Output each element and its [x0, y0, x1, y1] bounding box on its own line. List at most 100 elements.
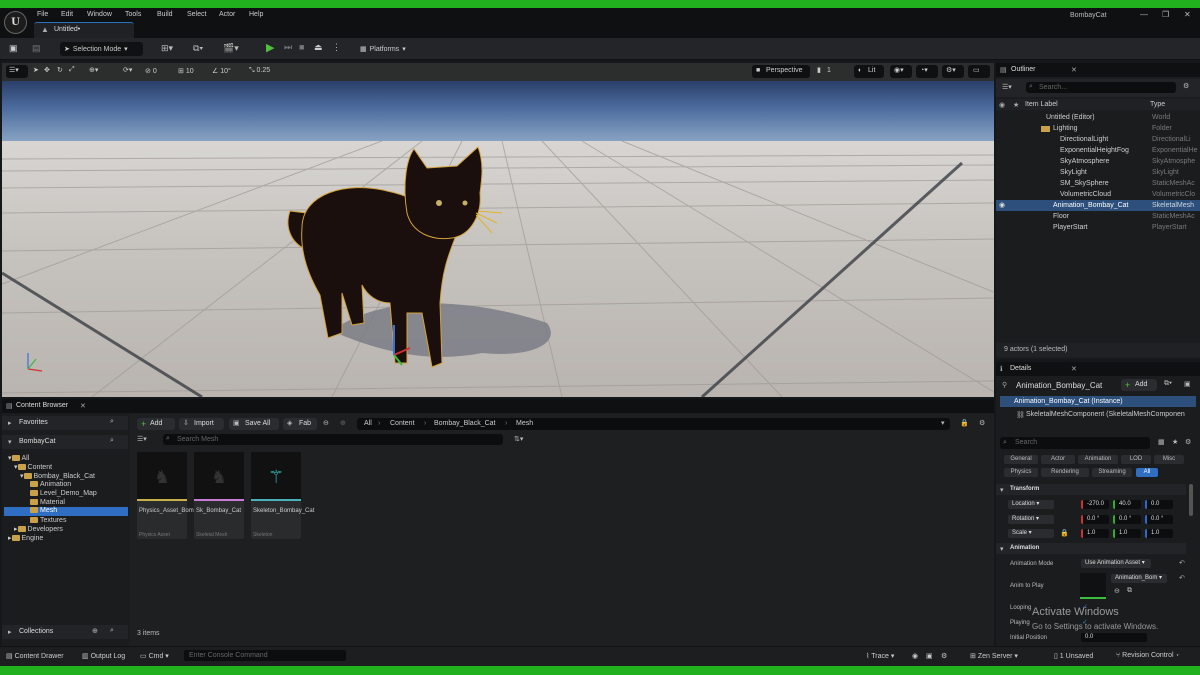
- menu-build[interactable]: Build: [157, 11, 173, 18]
- reset-icon[interactable]: ↶: [1179, 559, 1185, 567]
- collections-header[interactable]: ▸ Collections ⊕ ⌕: [2, 625, 128, 639]
- forward-icon[interactable]: ⊕: [340, 419, 346, 427]
- outliner-row[interactable]: SkyAtmosphere SkyAtmosphe: [996, 156, 1200, 167]
- settings-button[interactable]: ⚙▾: [942, 65, 964, 78]
- add-component-button[interactable]: + Add: [1121, 379, 1157, 391]
- gear-icon[interactable]: ⚙: [979, 419, 985, 427]
- scale-y-field[interactable]: 1.0: [1113, 529, 1141, 538]
- menu-tools[interactable]: Tools: [125, 11, 141, 18]
- grid-view-icon[interactable]: ▦: [1158, 438, 1165, 446]
- eject-icon[interactable]: ⏏: [314, 42, 323, 53]
- outliner-row[interactable]: Floor StaticMeshAc: [996, 211, 1200, 222]
- revision-control-button[interactable]: ⑂ Revision Control ▾: [1116, 652, 1180, 659]
- animation-section-header[interactable]: ▾ Animation: [996, 543, 1186, 554]
- project-header[interactable]: ▾ BombayCat ⌕: [2, 435, 128, 449]
- rotation-y-field[interactable]: 0.0 °: [1113, 515, 1141, 524]
- tree-item-level[interactable]: Level_Demo_Map: [30, 490, 97, 497]
- browse-icon[interactable]: ⧉: [1127, 587, 1132, 595]
- tree-item-bombay[interactable]: ▾ Bombay_Black_Cat: [20, 472, 95, 480]
- scale-dropdown[interactable]: Scale ▾: [1008, 529, 1054, 538]
- outliner-row-selected[interactable]: ◉ Animation_Bombay_Cat SkeletalMesh: [996, 200, 1200, 211]
- location-dropdown[interactable]: Location ▾: [1008, 500, 1054, 509]
- animation-mode-dropdown[interactable]: Use Animation Asset ▾: [1081, 559, 1151, 568]
- favorites-header[interactable]: ▸ Favorites ⌕: [2, 416, 128, 430]
- outliner-row[interactable]: VolumetricCloud VolumetricClo: [996, 189, 1200, 200]
- level-tab[interactable]: ▲ Untitled•: [34, 22, 134, 38]
- filter-icon[interactable]: ☰▾: [137, 435, 147, 443]
- pin-column-icon[interactable]: ★: [1013, 101, 1019, 109]
- asset-tile[interactable]: ♞ Sk_Bombay_Cat Skeletal Mesh: [194, 452, 244, 539]
- chevron-down-icon[interactable]: ▾: [941, 419, 945, 427]
- level-viewport[interactable]: ☰▾ ➤ ✥ ↻ ⤢ ⊕▾ ⟳▾ ⊘ 0 ⊞ 10 ∠ 10° ⤡ 0.25 ■…: [2, 63, 994, 397]
- location-y-field[interactable]: 40.0: [1113, 500, 1141, 509]
- lit-dropdown[interactable]: ◐ Lit: [854, 65, 884, 78]
- save-all-button[interactable]: ▣ Save All: [229, 418, 279, 430]
- grid-snap-value[interactable]: ⊞ 10: [178, 67, 194, 75]
- location-z-field[interactable]: 0.0: [1145, 500, 1173, 509]
- perspective-dropdown[interactable]: ■ Perspective: [752, 65, 810, 78]
- breadcrumb-bombay[interactable]: Bombay_Black_Cat: [434, 420, 495, 427]
- add-asset-button[interactable]: + Add: [137, 418, 175, 430]
- move-tool-icon[interactable]: ✥: [44, 66, 50, 74]
- menu-help[interactable]: Help: [249, 11, 263, 18]
- save-icon[interactable]: ▣: [9, 43, 18, 54]
- settings-icon[interactable]: ⚙: [941, 652, 947, 660]
- layout-icon[interactable]: ▣: [1184, 380, 1191, 388]
- gear-icon[interactable]: ⚙: [1185, 438, 1191, 446]
- asset-tile[interactable]: ⚚ Skeleton_Bombay_Cat Skeleton: [251, 452, 314, 539]
- type-column[interactable]: Type: [1150, 101, 1165, 108]
- viewport-menu-button[interactable]: ☰▾: [6, 65, 28, 78]
- close-tab-icon[interactable]: ✕: [1071, 365, 1077, 373]
- camera-speed-icon[interactable]: ▮: [817, 66, 821, 74]
- tree-item-content[interactable]: ▾ Content: [14, 463, 52, 471]
- snap-rotate-value[interactable]: ⊘ 0: [145, 67, 157, 75]
- anim-thumbnail[interactable]: [1080, 573, 1106, 599]
- filter-physics[interactable]: Physics: [1004, 468, 1038, 477]
- filter-misc[interactable]: Misc: [1154, 455, 1184, 464]
- camera-speed-label[interactable]: 1: [827, 67, 831, 74]
- scale-z-field[interactable]: 1.0: [1145, 529, 1173, 538]
- add-actor-icon[interactable]: ⊞▾: [161, 43, 173, 54]
- visibility-column-icon[interactable]: ◉: [999, 101, 1005, 109]
- lock-icon[interactable]: 🔒: [1060, 529, 1069, 537]
- rotation-dropdown[interactable]: Rotation ▾: [1008, 515, 1054, 524]
- tree-item-mesh-selected[interactable]: Mesh: [4, 507, 128, 516]
- tree-item-animation[interactable]: Animation: [30, 481, 71, 488]
- reset-icon[interactable]: ↶: [1179, 574, 1185, 582]
- search-icon[interactable]: ⌕: [110, 627, 114, 635]
- tree-item-engine[interactable]: ▸ Engine: [8, 534, 43, 542]
- filter-actor[interactable]: Actor: [1041, 455, 1075, 464]
- fab-button[interactable]: ◈ Fab: [283, 418, 317, 430]
- tree-item-all[interactable]: ▾ All: [8, 454, 29, 462]
- add-collection-icon[interactable]: ⊕: [92, 627, 98, 635]
- blueprint-icon[interactable]: ⧉▾: [193, 43, 203, 54]
- output-log-button[interactable]: ▥ Output Log: [82, 652, 125, 660]
- anim-to-play-dropdown[interactable]: Animation_Bom ▾: [1111, 574, 1167, 583]
- play-icon[interactable]: ▶: [266, 41, 274, 54]
- outliner-row[interactable]: Untitled (Editor) World: [996, 112, 1200, 123]
- filter-lod[interactable]: LOD: [1121, 455, 1151, 464]
- selection-mode-dropdown[interactable]: ➤ Selection Mode ▾: [60, 42, 143, 56]
- lock-icon[interactable]: 🔒: [960, 419, 969, 427]
- cmd-dropdown[interactable]: ▭ Cmd ▾: [140, 652, 169, 660]
- console-input[interactable]: Enter Console Command: [184, 650, 346, 661]
- breadcrumb-mesh[interactable]: Mesh: [516, 420, 533, 427]
- search-icon[interactable]: ⌕: [110, 437, 114, 445]
- realtime-button[interactable]: ◔▾: [916, 65, 938, 78]
- menu-select[interactable]: Select: [187, 11, 206, 18]
- import-button[interactable]: ⇩ Import: [179, 418, 224, 430]
- details-search-input[interactable]: ⌕ Search: [1000, 437, 1150, 449]
- stop-icon[interactable]: ■: [299, 42, 304, 52]
- scale-tool-icon[interactable]: ⤢: [69, 66, 75, 74]
- outliner-row[interactable]: SkyLight SkyLight: [996, 167, 1200, 178]
- tree-item-textures[interactable]: Textures: [30, 517, 66, 524]
- outliner-settings-icon[interactable]: ⚙: [1183, 82, 1189, 90]
- filter-icon[interactable]: ☰▾: [1002, 83, 1012, 91]
- minimize-icon[interactable]: —: [1140, 10, 1148, 19]
- scale-x-field[interactable]: 1.0: [1081, 529, 1109, 538]
- outliner-row[interactable]: SM_SkySphere StaticMeshAc: [996, 178, 1200, 189]
- record-icon[interactable]: ◉: [912, 652, 918, 660]
- sort-icon[interactable]: ⇅▾: [514, 435, 523, 443]
- tree-item-material[interactable]: Material: [30, 499, 65, 506]
- select-tool-icon[interactable]: ➤: [33, 66, 39, 74]
